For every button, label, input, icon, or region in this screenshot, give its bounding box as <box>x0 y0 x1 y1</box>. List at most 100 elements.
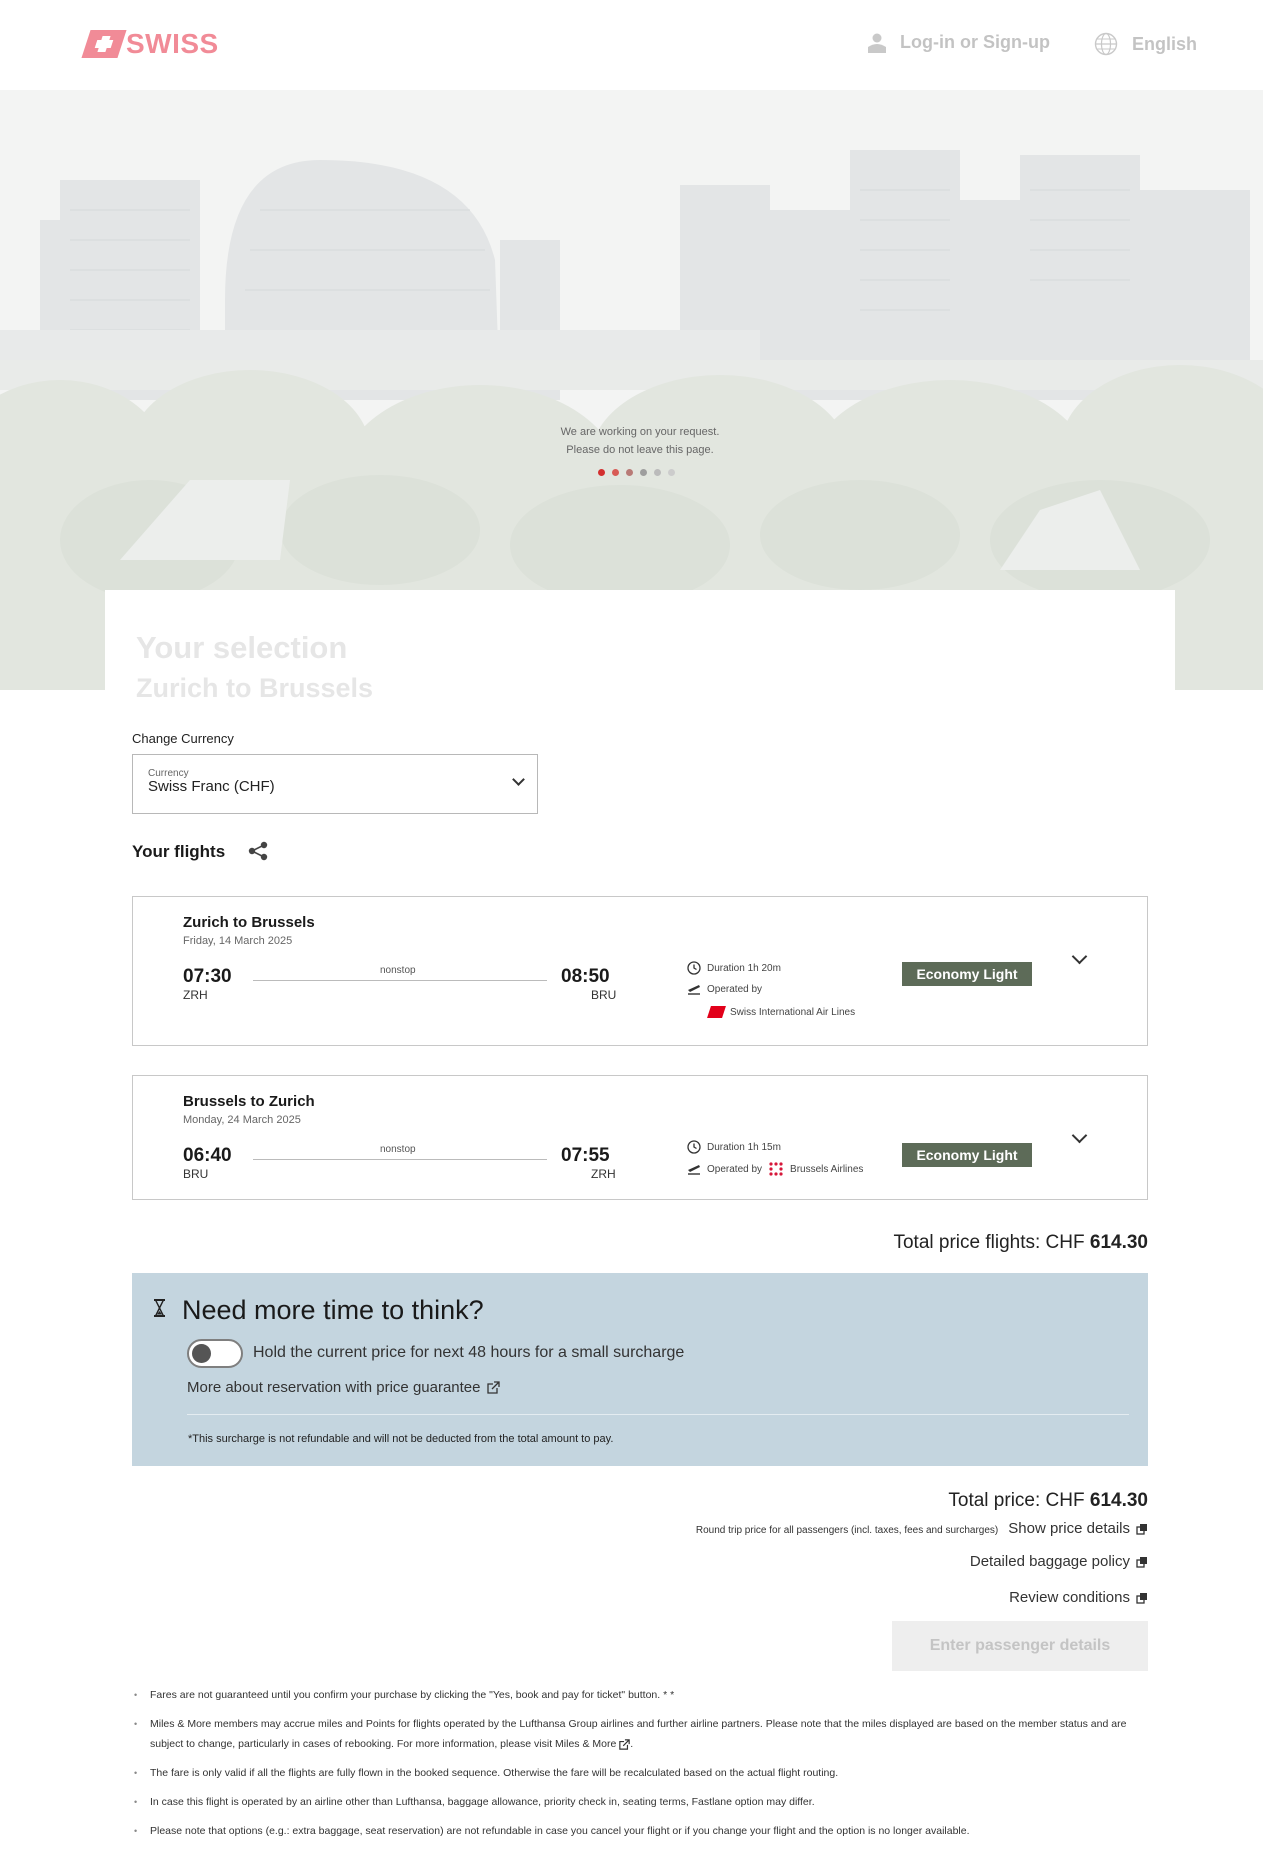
logo-text: SWISS <box>126 28 219 59</box>
total-price-amount: 614.30 <box>1089 1490 1148 1511</box>
swiss-airline-icon <box>707 1006 726 1018</box>
hourglass-icon <box>154 1299 165 1317</box>
stops-label: nonstop <box>380 965 416 976</box>
flight-duration: Duration 1h 15m <box>687 1140 781 1154</box>
footnote-item: Fares are not guaranteed until you confi… <box>132 1685 1148 1705</box>
hold-toggle-label: Hold the current price for next 48 hours… <box>253 1344 685 1361</box>
arrival-time: 07:55 <box>561 1145 610 1166</box>
loading-dot <box>626 469 633 476</box>
loading-dot <box>654 469 661 476</box>
expand-chevron-icon[interactable] <box>1071 948 1088 965</box>
show-price-details-label: Show price details <box>1008 1520 1130 1537</box>
loading-dot <box>598 469 605 476</box>
plane-takeoff-icon <box>688 1165 700 1175</box>
arrival-time: 08:50 <box>561 966 610 987</box>
price-guarantee-link[interactable]: More about reservation with price guaran… <box>187 1379 500 1396</box>
fare-badge[interactable]: Economy Light <box>902 1143 1032 1167</box>
divider <box>187 1414 1129 1415</box>
operator-name: Swiss International Air Lines <box>730 1006 856 1018</box>
departure-time: 06:40 <box>183 1145 232 1166</box>
flight-date: Monday, 24 March 2025 <box>183 1114 301 1126</box>
operated-by-label: Operated by <box>707 1163 763 1175</box>
user-icon <box>868 33 886 53</box>
duration-text: Duration 1h 15m <box>707 1141 781 1153</box>
footnote-item: The fare is only valid if all the flight… <box>132 1763 1148 1783</box>
footnote-text: Miles & More members may accrue miles an… <box>150 1718 1127 1750</box>
share-icon[interactable] <box>247 841 269 861</box>
hold-title: Need more time to think? <box>182 1295 484 1325</box>
price-hold-panel: Need more time to think? Hold the curren… <box>132 1273 1148 1466</box>
total-price-label: Total price: CHF <box>948 1490 1085 1511</box>
popup-icon <box>1136 1592 1147 1604</box>
loading-line-2: Please do not leave this page. <box>566 444 714 456</box>
fare-badge[interactable]: Economy Light <box>902 962 1032 986</box>
baggage-policy-link[interactable]: Detailed baggage policy <box>970 1553 1148 1570</box>
arrival-airport: ZRH <box>591 1167 616 1181</box>
footnotes-list: Fares are not guaranteed until you confi… <box>132 1685 1148 1850</box>
operator: Swiss International Air Lines <box>707 1006 856 1018</box>
flight-route: Zurich to Brussels <box>183 914 315 931</box>
change-currency-label: Change Currency <box>132 731 234 746</box>
round-trip-info: Round trip price for all passengers (inc… <box>696 1520 1148 1537</box>
operator-name: Brussels Airlines <box>790 1163 864 1175</box>
plane-takeoff-icon <box>688 985 700 995</box>
show-price-details-link[interactable]: Show price details <box>1008 1520 1148 1537</box>
baggage-policy-row: Detailed baggage policy <box>970 1553 1148 1571</box>
brussels-airlines-icon <box>769 1162 783 1176</box>
miles-and-more-link[interactable]: Miles & More <box>555 1738 616 1750</box>
external-link-icon <box>486 1381 500 1394</box>
departure-airport: BRU <box>183 1167 209 1181</box>
departure-time: 07:30 <box>183 966 232 987</box>
hold-price-toggle[interactable] <box>187 1339 243 1368</box>
loading-message: We are working on your request. Please d… <box>0 423 1263 459</box>
language-selector[interactable]: English <box>1094 32 1197 56</box>
toggle-knob <box>192 1344 211 1363</box>
arrival-airport: BRU <box>591 988 617 1002</box>
operated-by: Operated by <box>687 983 762 995</box>
review-conditions-row: Review conditions <box>1009 1589 1148 1607</box>
loading-dot <box>640 469 647 476</box>
login-label: Log-in or Sign-up <box>900 32 1050 52</box>
loading-line-1: We are working on your request. <box>560 426 720 438</box>
flight-date: Friday, 14 March 2025 <box>183 935 293 947</box>
your-flights-title: Your flights <box>132 842 226 861</box>
popup-icon <box>1136 1556 1147 1568</box>
total-price-flights: Total price flights: CHF 614.30 <box>893 1232 1148 1254</box>
stops-label: nonstop <box>380 1144 416 1155</box>
total-flights-label: Total price flights: CHF <box>893 1232 1085 1253</box>
baggage-policy-label: Detailed baggage policy <box>969 1553 1130 1570</box>
page-subtitle: Zurich to Brussels <box>136 673 374 703</box>
clock-icon <box>687 961 701 975</box>
operated-by: Operated by Brussels Airlines <box>687 1161 863 1177</box>
login-button[interactable]: Log-in or Sign-up <box>868 32 1050 53</box>
operated-by-label: Operated by <box>707 983 763 995</box>
swiss-logo[interactable]: SWISS <box>81 28 219 60</box>
flight-card: Zurich to Brussels Friday, 14 March 2025… <box>132 896 1148 1046</box>
globe-icon <box>1094 32 1118 56</box>
loading-indicator <box>598 469 675 476</box>
chevron-down-icon <box>512 773 525 786</box>
flight-duration: Duration 1h 20m <box>687 961 781 975</box>
enter-passenger-details-button[interactable]: Enter passenger details <box>892 1621 1148 1671</box>
route-line <box>253 1159 547 1160</box>
total-flights-amount: 614.30 <box>1089 1232 1148 1253</box>
surcharge-note: *This surcharge is not refundable and wi… <box>188 1433 614 1445</box>
total-price: Total price: CHF 614.30 <box>948 1490 1148 1512</box>
departure-airport: ZRH <box>183 988 208 1002</box>
loading-dot <box>668 469 675 476</box>
review-conditions-link[interactable]: Review conditions <box>1009 1589 1148 1606</box>
swiss-cross-icon <box>81 30 127 58</box>
language-label: English <box>1132 33 1198 54</box>
expand-chevron-icon[interactable] <box>1071 1127 1088 1144</box>
flight-route: Brussels to Zurich <box>183 1093 315 1110</box>
footnote-item: Miles & More members may accrue miles an… <box>132 1714 1148 1754</box>
currency-select[interactable]: Currency Swiss Franc (CHF) <box>132 754 538 814</box>
page-title: Your selection <box>136 630 348 665</box>
duration-text: Duration 1h 20m <box>707 962 781 974</box>
external-link-icon <box>619 1738 630 1750</box>
footnote-item: In case this flight is operated by an ai… <box>132 1792 1148 1812</box>
site-header: SWISS Log-in or Sign-up English <box>0 0 1263 90</box>
popup-icon <box>1136 1523 1147 1535</box>
clock-icon <box>687 1140 701 1154</box>
footnote-item: Please note that options (e.g.: extra ba… <box>132 1821 1148 1841</box>
